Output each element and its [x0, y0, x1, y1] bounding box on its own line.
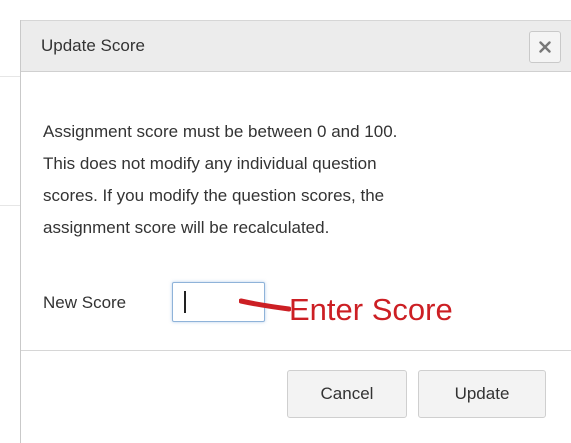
dialog-header: Update Score: [21, 20, 571, 72]
footer-divider: [21, 350, 571, 351]
message-line: assignment score will be recalculated.: [43, 218, 330, 237]
update-button[interactable]: Update: [418, 370, 546, 418]
dialog-title: Update Score: [41, 36, 145, 55]
dialog-message: Assignment score must be between 0 and 1…: [43, 116, 543, 244]
text-cursor: [184, 291, 186, 313]
message-line: Assignment score must be between 0 and 1…: [43, 122, 398, 141]
close-icon: [539, 41, 551, 53]
new-score-label: New Score: [43, 293, 127, 312]
close-button[interactable]: [529, 31, 561, 63]
cancel-button[interactable]: Cancel: [287, 370, 407, 418]
annotation-label: Enter Score: [289, 292, 453, 327]
annotation-arrow: [239, 298, 291, 312]
message-line: This does not modify any individual ques…: [43, 154, 377, 173]
background-divider: [0, 76, 20, 77]
update-score-dialog: Update Score Assignment score must be be…: [20, 20, 571, 443]
message-line: scores. If you modify the question score…: [43, 186, 385, 205]
background-divider: [0, 205, 20, 206]
page: Update Score Assignment score must be be…: [0, 0, 571, 443]
